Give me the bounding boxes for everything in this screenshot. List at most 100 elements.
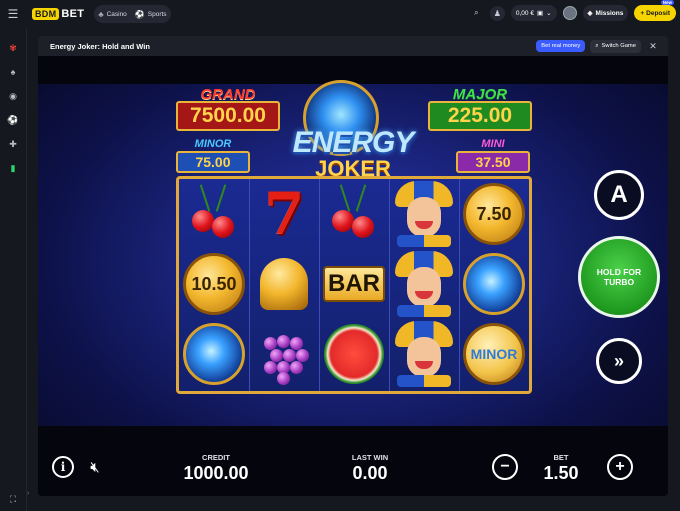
symbol-coin-minor: MINOR (459, 319, 529, 389)
new-badge: New (660, 0, 674, 5)
bar-symbol: BAR (323, 266, 385, 302)
left-sidebar: ✾ ♠ ◉ ⚽ ✚ ▮ ⛶ (0, 28, 26, 511)
game-frame-header: Energy Joker: Hold and Win Bet real mone… (38, 36, 668, 56)
nav-sports[interactable]: ⚽ Sports (135, 10, 167, 19)
joker-icon (393, 251, 455, 317)
switch-game-button[interactable]: ⌕ Switch Game (590, 39, 641, 53)
brand-badge: BDM (32, 8, 60, 20)
symbol-joker (389, 179, 459, 249)
bet-label: BET (553, 453, 569, 462)
poker-chip-icon[interactable]: ♠ (0, 60, 26, 84)
bet-value: 1.50 (543, 463, 579, 483)
turbo-line1: HOLD FOR (596, 267, 642, 277)
plus-icon: + (640, 9, 645, 17)
symbol-coin: 7.50 (459, 179, 529, 249)
energy-orb-icon (463, 253, 525, 315)
casino-chip-icon[interactable]: ✾ (0, 36, 26, 60)
symbol-bar: BAR (319, 249, 389, 319)
symbol-grapes (249, 319, 319, 389)
increase-bet-button[interactable]: + (607, 454, 633, 480)
game-logo-line1: ENERGY (292, 126, 415, 159)
menu-icon[interactable]: ☰ (0, 0, 26, 28)
last-win-value: 0.00 (352, 463, 388, 483)
last-win-label: LAST WIN (351, 453, 389, 462)
top-right-actions: ⌕ ♟ 0,00 € ▣ ⌄ ◈ Missions New + Deposit (469, 0, 676, 21)
search-icon[interactable]: ⌕ (469, 6, 484, 21)
balance-dropdown[interactable]: 0,00 € ▣ ⌄ (510, 5, 557, 21)
chevron-right-icon[interactable]: › (27, 490, 29, 497)
game-frame: Energy Joker: Hold and Win Bet real mone… (38, 36, 668, 496)
credit-value: 1000.00 (183, 463, 249, 483)
cherries-icon (326, 184, 382, 244)
mobile-icon[interactable]: ▮ (0, 156, 26, 180)
nav-casino-label: Casino (106, 10, 127, 18)
bet-real-money-button[interactable]: Bet real money (536, 40, 586, 52)
game-canvas[interactable]: GRAND 7500.00 MAJOR 225.00 MINOR 75.00 M… (38, 56, 668, 496)
cherries-icon (186, 184, 242, 244)
deposit-button[interactable]: New + Deposit (634, 0, 676, 21)
symbol-cherries (179, 179, 249, 249)
jackpot-minor-label: MINOR (194, 138, 232, 150)
jackpot-mini-label: MINI (481, 138, 505, 150)
symbol-coin: 10.50 (179, 249, 249, 319)
jackpot-major-label: MAJOR (452, 86, 508, 103)
jackpot-grand-value: 7500.00 (176, 101, 280, 131)
deposit-label: Deposit (646, 9, 670, 17)
autoplay-button[interactable]: A (594, 170, 644, 220)
slot-stage: GRAND 7500.00 MAJOR 225.00 MINOR 75.00 M… (38, 80, 668, 476)
notifications-icon[interactable]: ♟ (489, 5, 505, 21)
energy-orb-icon (183, 323, 245, 385)
symbol-joker (389, 249, 459, 319)
casino-icon: ♣ (98, 9, 104, 19)
brand-text: BET (61, 8, 85, 20)
turbo-line2: TURBO (603, 277, 635, 287)
close-icon[interactable]: ✕ (646, 39, 660, 53)
gamepad-icon[interactable]: ✚ (0, 132, 26, 156)
frame-actions: Bet real money ⌕ Switch Game ✕ (536, 39, 660, 53)
symbol-bell (249, 249, 319, 319)
info-icon[interactable]: i (52, 456, 74, 478)
missions-icon: ◈ (587, 10, 593, 17)
symbol-joker (389, 319, 459, 389)
symbol-orb (179, 319, 249, 389)
credit-label: CREDIT (202, 453, 230, 462)
sidebar-divider (26, 28, 27, 511)
autoplay-label: A (610, 181, 628, 208)
fullscreen-icon[interactable]: ⛶ (0, 494, 26, 505)
balance-value: 0,00 € (515, 9, 534, 17)
game-title: Energy Joker: Hold and Win (50, 41, 150, 51)
missions-label: Missions (595, 9, 624, 17)
main-nav: ♣ Casino ⚽ Sports (94, 5, 171, 23)
jackpot-major: MAJOR 225.00 (428, 86, 532, 131)
jackpot-minor: MINOR 75.00 (176, 138, 250, 173)
fast-forward-icon[interactable]: » (596, 338, 642, 384)
top-bar: ☰ BDM BET ♣ Casino ⚽ Sports ⌕ ♟ 0,00 € ▣… (0, 0, 680, 28)
missions-button[interactable]: ◈ Missions (582, 5, 629, 21)
symbol-orb (459, 249, 529, 319)
brand-logo[interactable]: BDM BET (32, 8, 84, 20)
search-icon: ⌕ (595, 42, 599, 49)
hold-for-turbo-button[interactable]: HOLD FOR TURBO (578, 236, 660, 318)
bell-icon (260, 258, 308, 310)
nav-casino[interactable]: ♣ Casino (98, 10, 126, 19)
mute-icon[interactable]: 🔇︎ (84, 456, 106, 478)
seven-symbol: 7 (263, 180, 305, 248)
grapes-icon (256, 323, 312, 385)
symbol-cherries (319, 179, 389, 249)
football-icon[interactable]: ⚽ (0, 108, 26, 132)
wallet-icon: ▣ (536, 10, 544, 17)
game-logo: ENERGY JOKER (283, 128, 423, 180)
coin-value: 10.50 (183, 253, 245, 315)
jackpot-major-value: 225.00 (428, 101, 532, 131)
jackpot-mini: MINI 37.50 (456, 138, 530, 173)
jackpot-mini-value: 37.50 (456, 151, 530, 173)
chevron-down-icon: ⌄ (546, 10, 552, 17)
joker-icon (393, 181, 455, 247)
decrease-bet-button[interactable]: − (492, 454, 518, 480)
avatar[interactable] (562, 6, 577, 20)
nav-sports-label: Sports (147, 10, 167, 18)
reel-grid: 10.50 7 BAR 7.50 MINOR (176, 176, 532, 394)
live-icon[interactable]: ◉ (0, 84, 26, 108)
joker-icon (393, 321, 455, 387)
jackpot-grand: GRAND 7500.00 (176, 87, 280, 131)
